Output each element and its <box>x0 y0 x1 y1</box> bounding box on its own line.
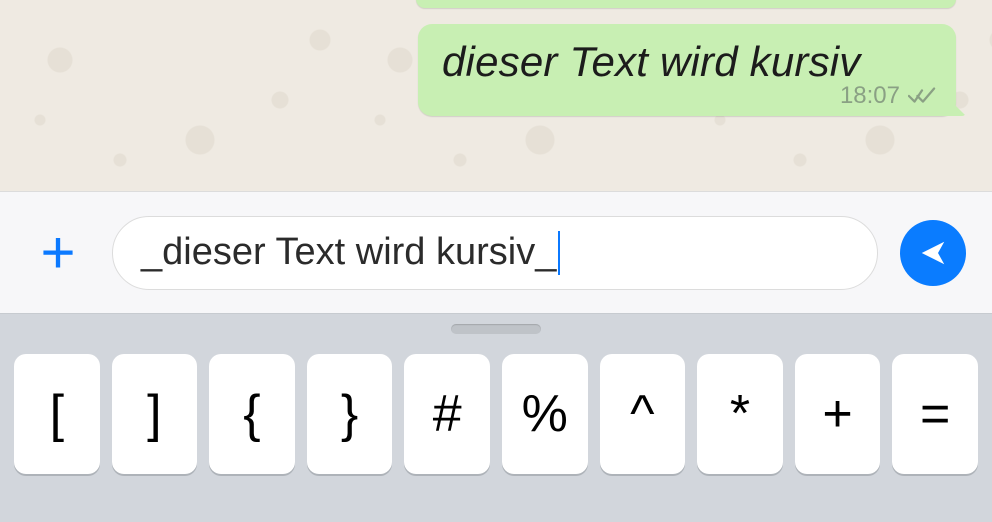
key-caret[interactable]: ^ <box>600 354 686 474</box>
key-left-brace[interactable]: { <box>209 354 295 474</box>
message-meta: 18:07 <box>840 82 936 110</box>
compose-toolbar: + _dieser Text wird kursiv_ <box>0 191 992 313</box>
compose-text: _dieser Text wird kursiv_ <box>141 231 556 274</box>
key-right-brace[interactable]: } <box>307 354 393 474</box>
key-plus[interactable]: + <box>795 354 881 474</box>
text-cursor <box>558 231 560 275</box>
key-left-bracket[interactable]: [ <box>14 354 100 474</box>
keyboard-handle[interactable] <box>451 324 541 334</box>
outgoing-message-previous <box>416 0 956 8</box>
attach-plus-button[interactable]: + <box>26 221 90 285</box>
send-button[interactable] <box>900 220 966 286</box>
message-text: dieser Text wird kursiv <box>442 38 861 85</box>
key-percent[interactable]: % <box>502 354 588 474</box>
plus-icon: + <box>40 223 75 283</box>
key-equals[interactable]: = <box>892 354 978 474</box>
send-icon <box>918 238 948 268</box>
keyboard: [ ] { } # % ^ * + = <box>0 313 992 522</box>
keyboard-row-1: [ ] { } # % ^ * + = <box>14 354 978 474</box>
key-asterisk[interactable]: * <box>697 354 783 474</box>
key-hash[interactable]: # <box>404 354 490 474</box>
key-right-bracket[interactable]: ] <box>112 354 198 474</box>
delivered-ticks-icon <box>908 86 936 106</box>
outgoing-message[interactable]: dieser Text wird kursiv 18:07 <box>418 24 956 116</box>
compose-input[interactable]: _dieser Text wird kursiv_ <box>112 216 878 290</box>
message-time: 18:07 <box>840 82 900 110</box>
